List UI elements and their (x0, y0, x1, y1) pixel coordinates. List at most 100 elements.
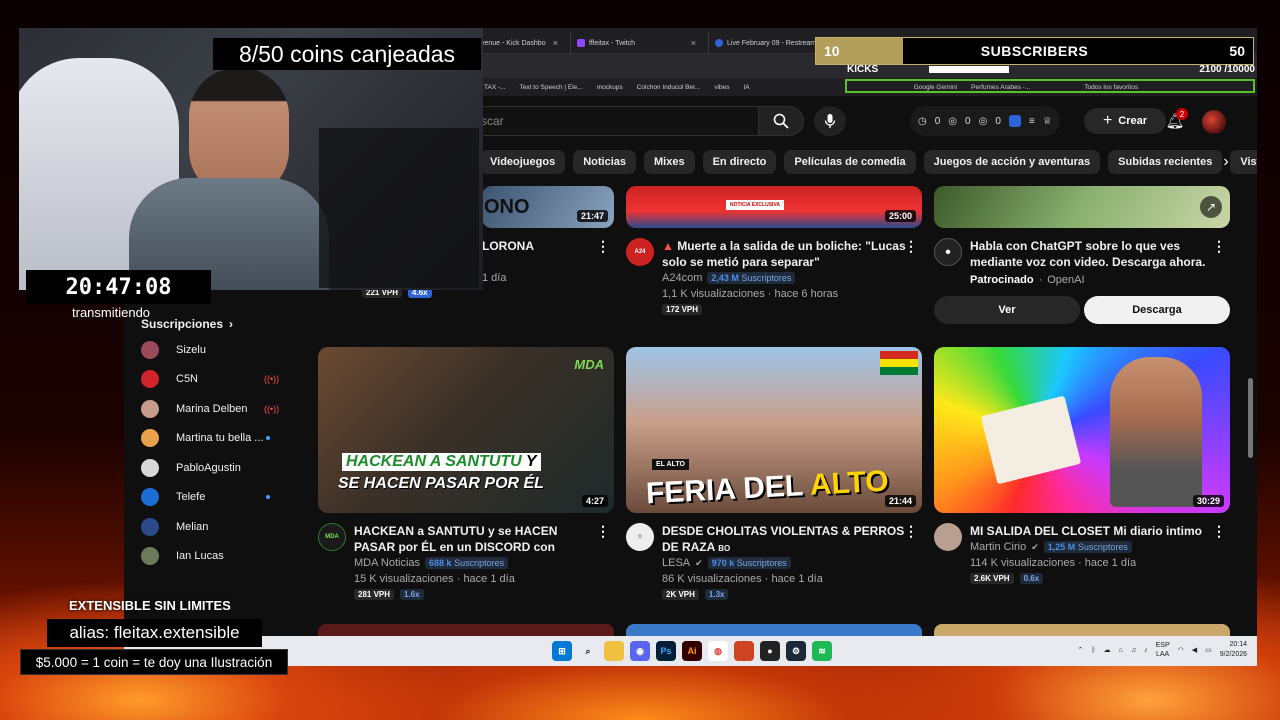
avatar[interactable] (1202, 110, 1226, 134)
extension-icon[interactable] (1008, 115, 1021, 127)
create-button[interactable]: + Crear (1084, 108, 1166, 134)
ad-title[interactable]: Habla con ChatGPT sobre lo que ves media… (970, 238, 1214, 270)
channel-avatar[interactable]: MDA (318, 523, 346, 551)
multiplier-badge: 0.6x (1019, 573, 1044, 584)
sidebar: Suscripciones › Sizelu C5N ((•)) Marina Del… (124, 313, 294, 571)
steam-icon[interactable]: ⚙ (786, 641, 806, 661)
bookmark-item[interactable]: Text to Speech | Ele... (520, 84, 583, 91)
tab-label: venue - Kick Dashbo (481, 39, 546, 47)
chip[interactable]: Juegos de acción y aventuras (923, 150, 1101, 174)
sidebar-item[interactable]: Martina tu bella ... (124, 424, 294, 454)
chip[interactable]: Películas de comedia (784, 150, 916, 174)
voice-search-button[interactable] (814, 106, 846, 136)
bookmark-item[interactable]: Colchon Inducol Ber... (637, 84, 701, 91)
video-title[interactable]: MI SALIDA DEL CLOSET Mi diario intimo (970, 523, 1214, 539)
photoshop-icon[interactable]: Ps (656, 641, 676, 661)
cloud-icon[interactable]: ☁ (1104, 646, 1111, 654)
video-thumbnail[interactable] (318, 624, 614, 636)
chip[interactable]: Noticias (573, 150, 636, 174)
ad-view-button[interactable]: Ver (934, 296, 1080, 324)
vph-badge: 2.6K VPH (970, 573, 1014, 584)
clock[interactable]: 20:14 9/2/2026 (1220, 640, 1247, 660)
bookmark-item[interactable]: vibes (714, 84, 729, 91)
channel-name[interactable]: MDA Noticias 688 k Suscriptores (354, 557, 509, 569)
channel-avatar[interactable]: ☺ (626, 523, 654, 551)
bookmark-item[interactable]: TAX -... (484, 84, 506, 91)
battery-icon[interactable]: ▭ (1205, 646, 1212, 654)
close-icon[interactable]: × (691, 38, 696, 48)
search-input[interactable]: scar (460, 106, 758, 136)
app-icon[interactable] (734, 641, 754, 661)
trophy-icon[interactable]: ♕ (1043, 116, 1052, 127)
chip[interactable]: Subidas recientes (1108, 150, 1223, 174)
illustrator-icon[interactable]: Ai (682, 641, 702, 661)
bookmark-item[interactable]: mockups (597, 84, 623, 91)
more-options-icon[interactable]: ⋮ (1212, 238, 1226, 255)
more-options-icon[interactable]: ⋮ (596, 238, 610, 255)
sidebar-item[interactable]: Melian (124, 512, 294, 542)
external-link-icon[interactable]: ↗ (1200, 196, 1222, 218)
ad-download-button[interactable]: Descarga (1084, 296, 1230, 324)
bluetooth-icon[interactable]: ᛒ (1091, 647, 1095, 654)
more-options-icon[interactable]: ⋮ (596, 523, 610, 540)
video-thumbnail[interactable]: MDA HACKEAN A SANTUTU Y SE HACEN PASAR P… (318, 347, 614, 513)
headset-icon[interactable]: ♫ (1131, 647, 1136, 654)
obs-icon[interactable]: ● (760, 641, 780, 661)
chrome-icon[interactable]: ◍ (708, 641, 728, 661)
chip[interactable]: Videojuegos (480, 150, 566, 174)
sidebar-item[interactable]: Telefe (124, 483, 294, 513)
browser-tab[interactable]: venue - Kick Dashbo × (474, 32, 564, 54)
volume-icon[interactable]: ◀ (1192, 646, 1197, 654)
sidebar-item[interactable]: Sizelu (124, 335, 294, 365)
search-icon[interactable]: ⌕ (578, 641, 598, 661)
scrollbar[interactable] (1248, 378, 1253, 458)
channel-name[interactable]: LESA ✔ 970 k Suscriptores (662, 557, 791, 569)
network-icon[interactable]: ⌂ (1119, 647, 1123, 654)
video-thumbnail[interactable] (626, 624, 922, 636)
bookmark-item[interactable]: IA (744, 84, 750, 91)
video-card[interactable]: MDA HACKEAN A SANTUTU Y SE HACEN PASAR P… (318, 347, 614, 607)
video-thumbnail[interactable]: EL ALTO FERIA DEL ALTO 21:44 (626, 347, 922, 513)
language-indicator[interactable]: ESP LAA (1156, 641, 1170, 659)
list-icon[interactable]: ≡ (1029, 116, 1035, 127)
channel-name[interactable]: A24com 2,43 M Suscriptores (662, 272, 796, 284)
chevron-up-icon[interactable]: ⌃ (1078, 646, 1084, 654)
subs-label: Suscriptores (1077, 542, 1128, 552)
video-title[interactable]: HACKEAN a SANTUTU y se HACEN PASAR por É… (354, 523, 598, 555)
chip[interactable]: Mixes (644, 150, 695, 174)
notifications-button[interactable]: 🔔︎ 2 (1162, 108, 1188, 134)
search-button[interactable] (758, 106, 804, 136)
video-thumbnail[interactable]: ONO 21:47 (482, 186, 614, 228)
spotify-icon[interactable]: ≋ (812, 641, 832, 661)
browser-tab[interactable]: ffleitax - Twitch × (570, 32, 702, 54)
sidebar-item[interactable]: PabloAgustin (124, 453, 294, 483)
more-options-icon[interactable]: ⋮ (1212, 523, 1226, 540)
more-options-icon[interactable]: ⋮ (904, 523, 918, 540)
channel-avatar[interactable] (934, 523, 962, 551)
extension-stats[interactable]: ◷ 0 ◎ 0 ◎ 0 ≡ ♕ (910, 106, 1060, 136)
chip[interactable]: En directo (702, 150, 777, 174)
channel-avatar[interactable]: A24 (626, 238, 654, 266)
discord-icon[interactable]: ◉ (630, 641, 650, 661)
chevron-right-icon[interactable]: › (1212, 148, 1240, 176)
video-thumbnail[interactable]: NOTICIA EXCLUSIVA 25:00 (626, 186, 922, 228)
video-thumbnail[interactable] (934, 624, 1230, 636)
more-options-icon[interactable]: ⋮ (904, 238, 918, 255)
close-icon[interactable]: × (553, 38, 558, 48)
sidebar-item[interactable]: C5N ((•)) (124, 365, 294, 395)
browser-tab[interactable]: Live February 09 - Restream (708, 32, 828, 54)
sidebar-item[interactable]: Ian Lucas (124, 542, 294, 572)
channel-name[interactable]: Martin Cirio ✔ 1,25 M Suscriptores (970, 541, 1132, 553)
windows-start-icon[interactable]: ⊞ (552, 641, 572, 661)
video-thumbnail[interactable]: 30:29 (934, 347, 1230, 513)
video-card[interactable]: 30:29 MI SALIDA DEL CLOSET Mi diario int… (934, 347, 1230, 607)
video-title[interactable]: DESDE CHOLITAS VIOLENTAS & PERROS DE RAZ… (662, 523, 906, 555)
file-explorer-icon[interactable] (604, 641, 624, 661)
video-card[interactable]: NOTICIA EXCLUSIVA 25:00 A24 ▲ Muerte a l… (626, 186, 922, 326)
ad-thumbnail[interactable]: ↗ (934, 186, 1230, 228)
wifi-icon[interactable]: ◠ (1178, 646, 1184, 654)
video-title[interactable]: ▲ Muerte a la salida de un boliche: "Luc… (662, 238, 906, 270)
sidebar-item[interactable]: Marina Delben ((•)) (124, 394, 294, 424)
microphone-icon[interactable]: ♪ (1144, 647, 1148, 654)
video-card[interactable]: EL ALTO FERIA DEL ALTO 21:44 ☺ DESDE CHO… (626, 347, 922, 607)
